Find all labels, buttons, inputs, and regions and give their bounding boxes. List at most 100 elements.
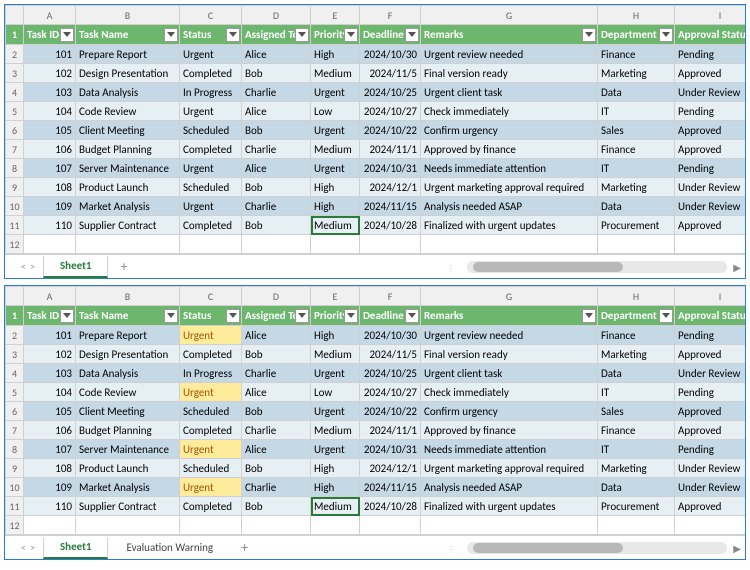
cell-E10[interactable]: High: [311, 478, 360, 497]
row-header-2[interactable]: 2: [6, 326, 24, 345]
cell-G3[interactable]: Final version ready: [421, 345, 598, 364]
cell-F7[interactable]: 2024/11/1: [360, 421, 421, 440]
cell-I11[interactable]: Approved: [675, 497, 746, 516]
filter-dropdown-icon[interactable]: [295, 28, 309, 42]
cell-I8[interactable]: Pending: [675, 440, 746, 459]
col-header-H[interactable]: H: [598, 287, 675, 306]
cell-H5[interactable]: IT: [598, 383, 675, 402]
col-header-G[interactable]: G: [421, 6, 598, 25]
cell-E3[interactable]: Medium: [311, 345, 360, 364]
cell-A4[interactable]: 103: [24, 364, 76, 383]
cell-F9[interactable]: 2024/12/1: [360, 178, 421, 197]
cell-H8[interactable]: IT: [598, 159, 675, 178]
filter-dropdown-icon[interactable]: [226, 309, 240, 323]
cell-A3[interactable]: 102: [24, 345, 76, 364]
cell-D10[interactable]: Charlie: [242, 197, 311, 216]
cell-G5[interactable]: Check immediately: [421, 383, 598, 402]
cell-C8[interactable]: Urgent: [180, 159, 242, 178]
row-header-3[interactable]: 3: [6, 64, 24, 83]
tab-nav-next[interactable]: >: [30, 260, 35, 273]
cell-D5[interactable]: Alice: [242, 102, 311, 121]
col-header-C[interactable]: C: [180, 287, 242, 306]
cell-H3[interactable]: Marketing: [598, 64, 675, 83]
cell-B10[interactable]: Market Analysis: [76, 197, 180, 216]
cell-H7[interactable]: Finance: [598, 140, 675, 159]
cell-E8[interactable]: Urgent: [311, 440, 360, 459]
cell-F4[interactable]: 2024/10/25: [360, 83, 421, 102]
cell-E4[interactable]: Urgent: [311, 364, 360, 383]
col-header-F[interactable]: F: [360, 287, 421, 306]
tab-splitter-icon[interactable]: ⋮: [447, 545, 455, 555]
cell-E12[interactable]: [311, 516, 360, 535]
filter-dropdown-icon[interactable]: [582, 309, 596, 323]
cell-G8[interactable]: Needs immediate attention: [421, 440, 598, 459]
cell-A9[interactable]: 108: [24, 459, 76, 478]
filter-dropdown-icon[interactable]: [659, 309, 673, 323]
cell-G7[interactable]: Approved by finance: [421, 140, 598, 159]
cell-C4[interactable]: In Progress: [180, 83, 242, 102]
cell-B2[interactable]: Prepare Report: [76, 45, 180, 64]
col-header-F[interactable]: F: [360, 6, 421, 25]
cell-I5[interactable]: Pending: [675, 102, 746, 121]
cell-F8[interactable]: 2024/10/31: [360, 159, 421, 178]
tab-splitter-icon[interactable]: ⋮: [447, 264, 455, 274]
row-header-7[interactable]: 7: [6, 140, 24, 159]
header-priority[interactable]: Priority: [311, 306, 360, 326]
cell-H11[interactable]: Procurement: [598, 497, 675, 516]
header-remarks[interactable]: Remarks: [421, 306, 598, 326]
row-header-6[interactable]: 6: [6, 121, 24, 140]
cell-G9[interactable]: Urgent marketing approval required: [421, 459, 598, 478]
cell-B6[interactable]: Client Meeting: [76, 402, 180, 421]
cell-I4[interactable]: Under Review: [675, 364, 746, 383]
cell-D7[interactable]: Charlie: [242, 140, 311, 159]
cell-D6[interactable]: Bob: [242, 121, 311, 140]
cell-B3[interactable]: Design Presentation: [76, 64, 180, 83]
row-header-1[interactable]: 1: [6, 25, 24, 45]
cell-H11[interactable]: Procurement: [598, 216, 675, 235]
cell-B7[interactable]: Budget Planning: [76, 140, 180, 159]
row-header-9[interactable]: 9: [6, 459, 24, 478]
filter-dropdown-icon[interactable]: [582, 28, 596, 42]
row-header-3[interactable]: 3: [6, 345, 24, 364]
scroll-right-icon[interactable]: ▶: [733, 261, 741, 274]
sheet-tab[interactable]: Sheet1: [43, 256, 109, 278]
cell-E2[interactable]: High: [311, 45, 360, 64]
cell-F11[interactable]: 2024/10/28: [360, 497, 421, 516]
cell-D4[interactable]: Charlie: [242, 83, 311, 102]
row-header-4[interactable]: 4: [6, 364, 24, 383]
row-header-8[interactable]: 8: [6, 440, 24, 459]
cell-I3[interactable]: Approved: [675, 64, 746, 83]
header-task-name[interactable]: Task Name: [76, 25, 180, 45]
cell-D3[interactable]: Bob: [242, 64, 311, 83]
cell-G11[interactable]: Finalized with urgent updates: [421, 497, 598, 516]
header-priority[interactable]: Priority: [311, 25, 360, 45]
cell-C6[interactable]: Scheduled: [180, 402, 242, 421]
horizontal-scrollbar[interactable]: [467, 261, 727, 273]
cell-I6[interactable]: Approved: [675, 121, 746, 140]
header-deadline[interactable]: Deadline: [360, 25, 421, 45]
cell-F9[interactable]: 2024/12/1: [360, 459, 421, 478]
cell-F3[interactable]: 2024/11/5: [360, 345, 421, 364]
cell-B4[interactable]: Data Analysis: [76, 83, 180, 102]
cell-I7[interactable]: Approved: [675, 421, 746, 440]
cell-H2[interactable]: Finance: [598, 45, 675, 64]
cell-A7[interactable]: 106: [24, 421, 76, 440]
cell-H6[interactable]: Sales: [598, 402, 675, 421]
cell-G12[interactable]: [421, 516, 598, 535]
header-task-id[interactable]: Task ID: [24, 25, 76, 45]
cell-G11[interactable]: Finalized with urgent updates: [421, 216, 598, 235]
filter-dropdown-icon[interactable]: [164, 309, 178, 323]
cell-E6[interactable]: Urgent: [311, 402, 360, 421]
cell-H2[interactable]: Finance: [598, 326, 675, 345]
header-assigned-to[interactable]: Assigned To: [242, 25, 311, 45]
cell-F2[interactable]: 2024/10/30: [360, 326, 421, 345]
cell-A12[interactable]: [24, 235, 76, 254]
cell-B12[interactable]: [76, 235, 180, 254]
scroll-right-icon[interactable]: ▶: [733, 542, 741, 555]
cell-B2[interactable]: Prepare Report: [76, 326, 180, 345]
col-header-I[interactable]: I: [675, 287, 746, 306]
header-deadline[interactable]: Deadline: [360, 306, 421, 326]
cell-D6[interactable]: Bob: [242, 402, 311, 421]
filter-dropdown-icon[interactable]: [60, 28, 74, 42]
scrollbar-thumb[interactable]: [473, 543, 623, 553]
